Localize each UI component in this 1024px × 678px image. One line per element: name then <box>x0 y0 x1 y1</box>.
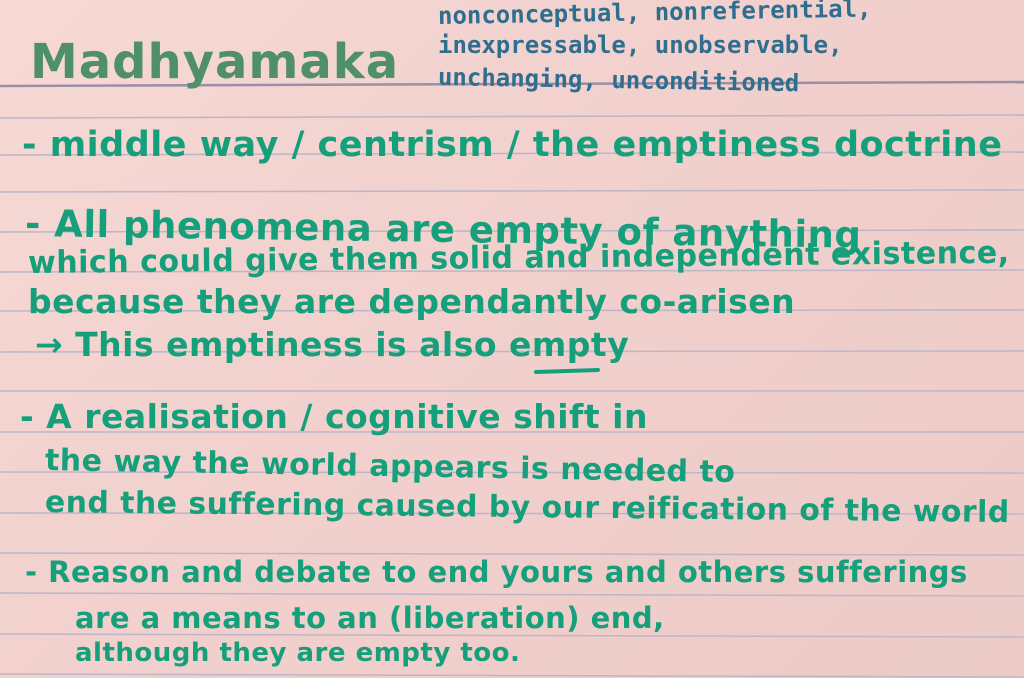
rule-line <box>0 673 1024 678</box>
title-attribute-line: unchanging, unconditioned <box>437 63 800 98</box>
note-line-phenomena: → This emptiness is also empty <box>35 325 630 364</box>
rule-line <box>0 189 1024 193</box>
note-line-reason-debate: although they are empty too. <box>75 638 521 668</box>
note-line-phenomena: because they are dependantly co-arisen <box>28 282 796 321</box>
note-line-realisation: - A realisation / cognitive shift in <box>20 397 648 436</box>
rule-line <box>0 114 1024 119</box>
card-title: Madhyamaka <box>30 34 400 90</box>
also-underline <box>534 368 600 374</box>
title-attribute-line: inexpressable, unobservable, <box>438 31 843 59</box>
index-card: Madhyamaka nonconceptual, nonreferential… <box>0 0 1024 678</box>
rule-line <box>0 592 1024 597</box>
note-line-reason-debate: are a means to an (liberation) end, <box>75 601 665 635</box>
note-line-middle-way: - middle way / centrism / the emptiness … <box>22 125 1003 165</box>
note-line-reason-debate: - Reason and debate to end yours and oth… <box>25 555 968 589</box>
